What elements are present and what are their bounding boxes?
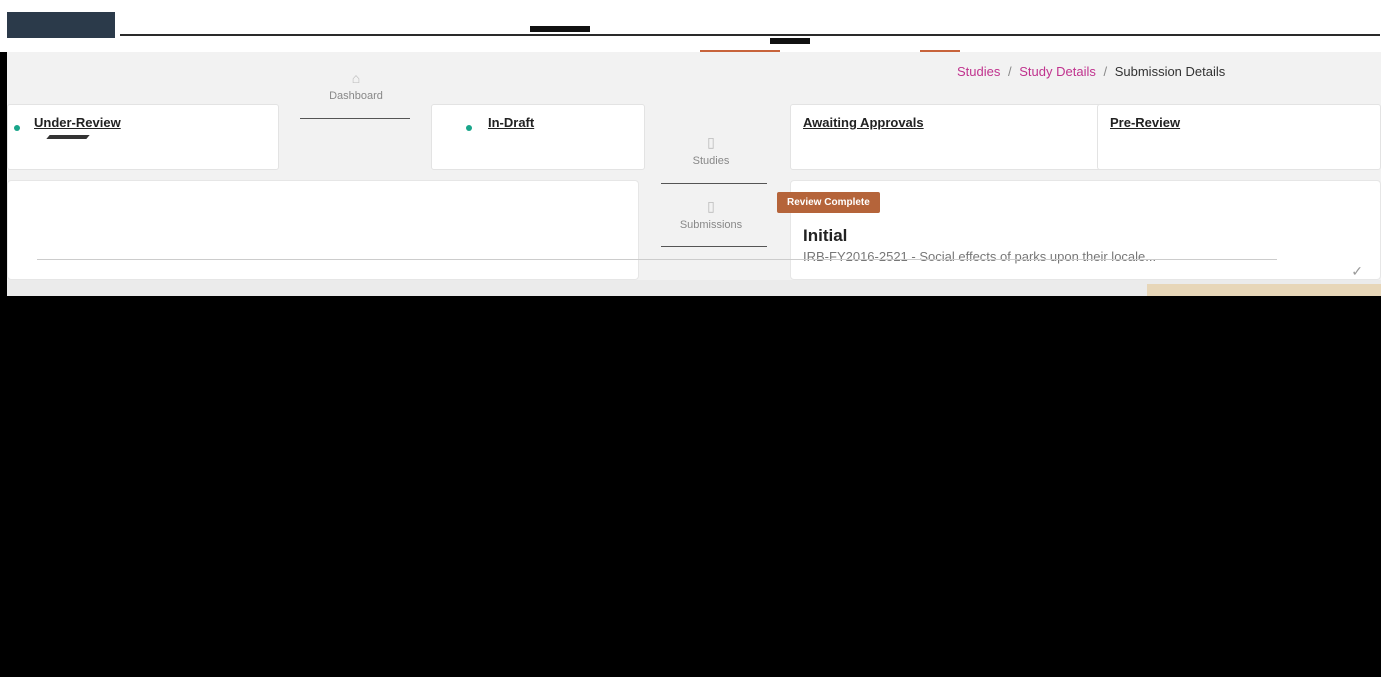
- header-mark: [770, 38, 810, 44]
- decorative-stroke: [46, 135, 90, 139]
- breadcrumb-current: Submission Details: [1114, 64, 1226, 79]
- nav-dashboard-label: Dashboard: [329, 90, 383, 102]
- status-card-under-review[interactable]: Under-Review: [7, 104, 279, 170]
- status-card-pre-review[interactable]: Pre-Review: [1097, 104, 1381, 170]
- submission-description[interactable]: IRB-FY2016-2521 - Social effects of park…: [803, 249, 1156, 264]
- nav-studies[interactable]: ▯ Studies: [655, 134, 767, 167]
- breadcrumb-studies[interactable]: Studies: [957, 64, 1000, 79]
- nav-studies-label: Studies: [692, 155, 730, 167]
- nav-divider: [661, 183, 767, 184]
- status-dot: [466, 125, 472, 131]
- top-header: [0, 0, 1381, 52]
- left-panel: [7, 180, 639, 280]
- breadcrumb-study-details[interactable]: Study Details: [1019, 64, 1096, 79]
- nav-submissions[interactable]: ▯ Submissions: [655, 198, 767, 231]
- document-icon: ▯: [707, 198, 715, 214]
- status-card-title: Under-Review: [34, 115, 121, 130]
- breadcrumb-separator: /: [1103, 64, 1108, 79]
- status-card-title: Awaiting Approvals: [803, 115, 924, 130]
- nav-submissions-label: Submissions: [679, 219, 743, 231]
- nav-active-underline: [300, 118, 410, 119]
- header-divider: [120, 34, 1380, 36]
- app-logo[interactable]: [7, 12, 115, 38]
- taskbar-thumbnails[interactable]: [1147, 284, 1381, 296]
- home-icon: ⌂: [351, 70, 361, 86]
- check-icon[interactable]: ✓: [1351, 263, 1363, 280]
- nav-dashboard[interactable]: ⌂ Dashboard: [300, 70, 412, 102]
- submission-title: Initial: [803, 226, 848, 245]
- breadcrumb: Studies / Study Details / Submission Det…: [957, 64, 1225, 79]
- book-icon: ▯: [707, 134, 715, 150]
- status-dot: [14, 125, 20, 131]
- status-card-awaiting-approvals[interactable]: Awaiting Approvals: [790, 104, 1120, 170]
- content-divider: [37, 259, 1277, 260]
- breadcrumb-separator: /: [1008, 64, 1012, 79]
- nav-divider: [661, 246, 767, 247]
- status-card-in-draft[interactable]: In-Draft: [431, 104, 645, 170]
- status-badge: Review Complete: [777, 192, 880, 213]
- page-content: Studies / Study Details / Submission Det…: [7, 52, 1381, 296]
- status-card-title: In-Draft: [488, 115, 535, 130]
- status-card-title: Pre-Review: [1110, 115, 1181, 130]
- header-mark: [530, 26, 590, 32]
